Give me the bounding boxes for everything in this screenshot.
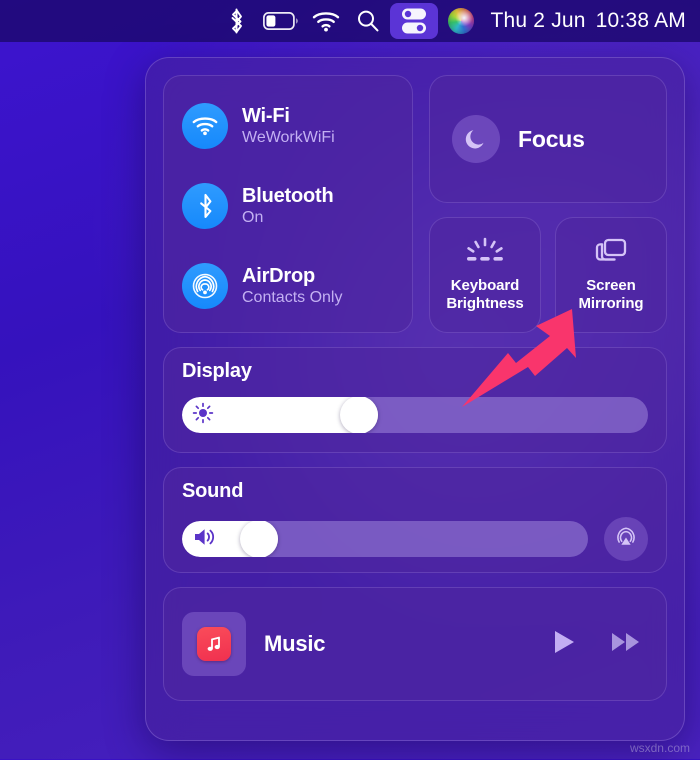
airdrop-title: AirDrop [242, 264, 316, 287]
screen-mirroring-label-line1: Screen [586, 277, 636, 295]
screen-mirroring-tile[interactable]: Screen Mirroring [555, 217, 667, 333]
keyboard-brightness-label-line1: Keyboard [450, 277, 520, 295]
wifi-title: Wi-Fi [242, 104, 290, 127]
sound-output-button[interactable] [604, 517, 648, 561]
display-brightness-slider[interactable] [182, 397, 648, 433]
wifi-text: Wi-Fi WeWorkWiFi [242, 105, 335, 147]
next-button[interactable] [604, 622, 648, 666]
music-app-tile[interactable] [182, 612, 246, 676]
keyboard-brightness-label: Keyboard Brightness [446, 277, 523, 312]
bluetooth-icon [182, 183, 228, 229]
menu-bar: Thu 2 Jun 10:38 AM [0, 0, 700, 42]
focus-label: Focus [518, 125, 585, 152]
display-slider-knob[interactable] [340, 397, 379, 433]
siri-orb [448, 8, 475, 34]
airdrop-subtitle: Contacts Only [242, 289, 343, 307]
sound-title: Sound [182, 480, 244, 502]
menu-bar-time: 10:38 AM [595, 9, 686, 32]
speaker-icon [192, 526, 218, 553]
control-center-panel: Wi-Fi WeWorkWiFi Bluetooth On AirDrop Co… [145, 57, 685, 741]
keyboard-brightness-label-line2: Brightness [446, 295, 524, 312]
bluetooth-subtitle: On [242, 209, 264, 227]
display-card: Display [163, 347, 667, 453]
menu-bar-clock[interactable]: Thu 2 Jun 10:38 AM [490, 9, 686, 33]
sound-slider-row [182, 517, 648, 561]
wifi-icon [182, 103, 228, 149]
music-title: Music [264, 631, 326, 656]
watermark: wsxdn.com [629, 741, 690, 755]
play-icon [551, 628, 577, 661]
wifi-subtitle: WeWorkWiFi [242, 129, 335, 147]
keyboard-brightness-tile[interactable]: Keyboard Brightness [429, 217, 541, 333]
sound-card: Sound [163, 467, 667, 573]
sound-volume-slider[interactable] [182, 521, 588, 557]
search-icon[interactable] [348, 4, 388, 38]
wifi-control[interactable]: Wi-Fi WeWorkWiFi [164, 92, 412, 160]
screen-mirroring-label: Screen Mirroring [579, 277, 644, 312]
airplay-audio-icon [613, 524, 639, 555]
control-center-tiles: Keyboard Brightness Screen Mirroring [429, 217, 667, 333]
airdrop-icon [182, 263, 228, 309]
menu-bar-date: Thu 2 Jun [490, 9, 586, 32]
battery-icon[interactable] [258, 4, 304, 38]
keyboard-brightness-icon [462, 235, 508, 269]
focus-control[interactable]: Focus [429, 75, 667, 203]
bluetooth-title: Bluetooth [242, 184, 334, 207]
music-note-icon [197, 627, 231, 661]
wifi-icon[interactable] [306, 4, 346, 38]
connectivity-card: Wi-Fi WeWorkWiFi Bluetooth On AirDrop Co… [163, 75, 413, 333]
screen-mirroring-label-line2: Mirroring [578, 295, 644, 312]
play-button[interactable] [542, 622, 586, 666]
moon-icon [452, 115, 500, 163]
bluetooth-control[interactable]: Bluetooth On [164, 172, 412, 240]
sound-slider-knob[interactable] [240, 521, 279, 557]
airdrop-text: AirDrop Contacts Only [242, 265, 342, 307]
fast-forward-icon [610, 629, 642, 660]
control-center-icon[interactable] [390, 3, 439, 39]
airdrop-control[interactable]: AirDrop Contacts Only [164, 252, 412, 320]
brightness-icon [192, 402, 214, 429]
music-now-playing-card[interactable]: Music [163, 587, 667, 701]
bluetooth-text: Bluetooth On [242, 185, 334, 227]
screen-mirroring-icon [594, 235, 628, 269]
display-slider-row [182, 397, 648, 433]
siri-icon[interactable] [440, 4, 480, 38]
control-center-top-row: Wi-Fi WeWorkWiFi Bluetooth On AirDrop Co… [163, 75, 667, 333]
bluetooth-icon[interactable] [216, 4, 256, 38]
control-center-right-column: Focus Keyboard Brightness Screen Mirrori… [429, 75, 667, 333]
display-title: Display [182, 360, 252, 382]
